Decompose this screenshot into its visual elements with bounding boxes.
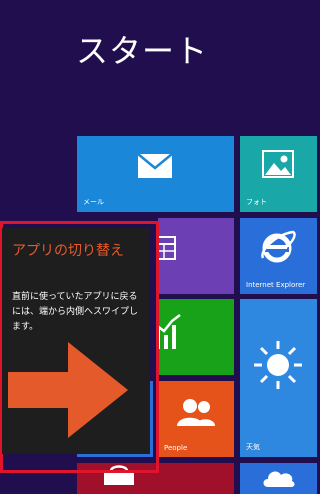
app-switch-tip-panel: アプリの切り替え 直前に使っていたアプリに戻るには、端から内側へスワイプします。 bbox=[2, 228, 150, 454]
calendar-tile[interactable] bbox=[158, 218, 234, 294]
skydrive-tile[interactable] bbox=[240, 463, 317, 494]
internet-explorer-icon bbox=[261, 230, 296, 263]
weather-tile-label: 天気 bbox=[246, 443, 260, 451]
mail-tile[interactable]: メール bbox=[77, 136, 234, 212]
right-arrow-icon bbox=[8, 342, 128, 438]
chart-icon bbox=[158, 314, 181, 349]
internet-explorer-tile-label: Internet Explorer bbox=[246, 281, 306, 289]
people-tile-label: People bbox=[164, 444, 188, 452]
finance-tile[interactable] bbox=[158, 299, 234, 375]
tip-title: アプリの切り替え bbox=[12, 243, 124, 259]
weather-tile[interactable]: 天気 bbox=[240, 299, 317, 457]
internet-explorer-tile[interactable]: Internet Explorer bbox=[240, 218, 317, 294]
tip-body: 直前に使っていたアプリに戻るには、端から内側へスワイプします。 bbox=[12, 292, 139, 332]
calendar-icon bbox=[158, 236, 176, 260]
mail-icon bbox=[137, 153, 173, 178]
cloud-icon bbox=[263, 471, 295, 487]
sun-icon bbox=[254, 341, 302, 389]
people-tile[interactable]: People bbox=[158, 381, 234, 457]
photos-tile-label: フォト bbox=[246, 198, 267, 206]
people-icon bbox=[177, 399, 215, 426]
start-screen-title: スタート bbox=[76, 32, 209, 70]
photos-tile[interactable]: フォト bbox=[240, 136, 317, 212]
mail-tile-label: メール bbox=[83, 198, 104, 206]
photo-icon bbox=[262, 150, 294, 178]
